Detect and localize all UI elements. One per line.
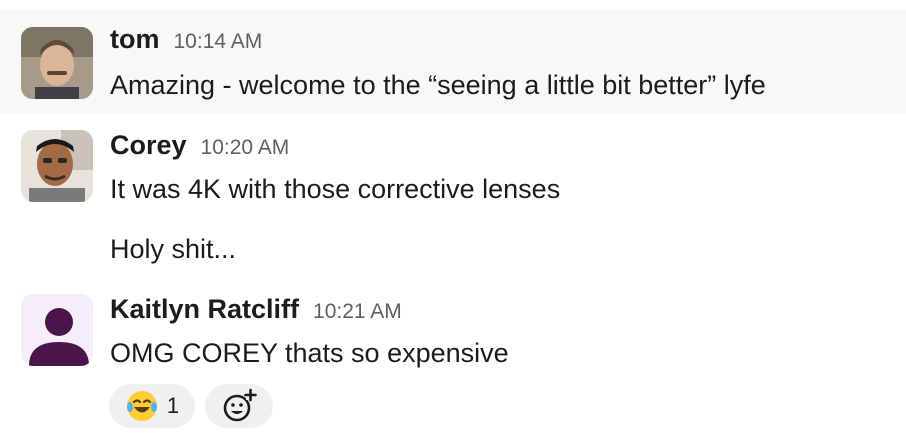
add-reaction-button[interactable] xyxy=(205,384,273,428)
message-timestamp[interactable]: 10:14 AM xyxy=(174,30,263,54)
avatar-photo xyxy=(21,130,93,202)
joy-emoji-icon xyxy=(126,391,157,421)
message-text: Amazing - welcome to the “seeing a littl… xyxy=(110,70,766,100)
message-author[interactable]: tom xyxy=(110,24,160,55)
reaction-pill[interactable]: 1 xyxy=(109,384,195,428)
add-reaction-icon xyxy=(223,388,257,422)
message-author[interactable]: Corey xyxy=(110,130,187,161)
message-row[interactable]: Kaitlyn Ratcliff 10:21 AM OMG COREY that… xyxy=(0,284,906,440)
default-avatar-icon xyxy=(21,294,93,366)
avatar[interactable] xyxy=(21,130,93,202)
reaction-count: 1 xyxy=(166,393,180,418)
message-row[interactable]: tom 10:14 AM Amazing - welcome to the “s… xyxy=(0,10,906,114)
message-author[interactable]: Kaitlyn Ratcliff xyxy=(110,294,299,325)
message-text: Holy shit... xyxy=(110,234,237,264)
message-text: OMG COREY thats so expensive xyxy=(110,338,509,368)
avatar[interactable] xyxy=(21,294,93,366)
avatar[interactable] xyxy=(21,27,93,99)
message-timestamp[interactable]: 10:21 AM xyxy=(313,300,402,324)
message-text: It was 4K with those corrective lenses xyxy=(110,174,561,204)
message-row[interactable]: Corey 10:20 AM It was 4K with those corr… xyxy=(0,114,906,284)
avatar-photo xyxy=(21,27,93,99)
message-timestamp[interactable]: 10:20 AM xyxy=(201,136,290,160)
